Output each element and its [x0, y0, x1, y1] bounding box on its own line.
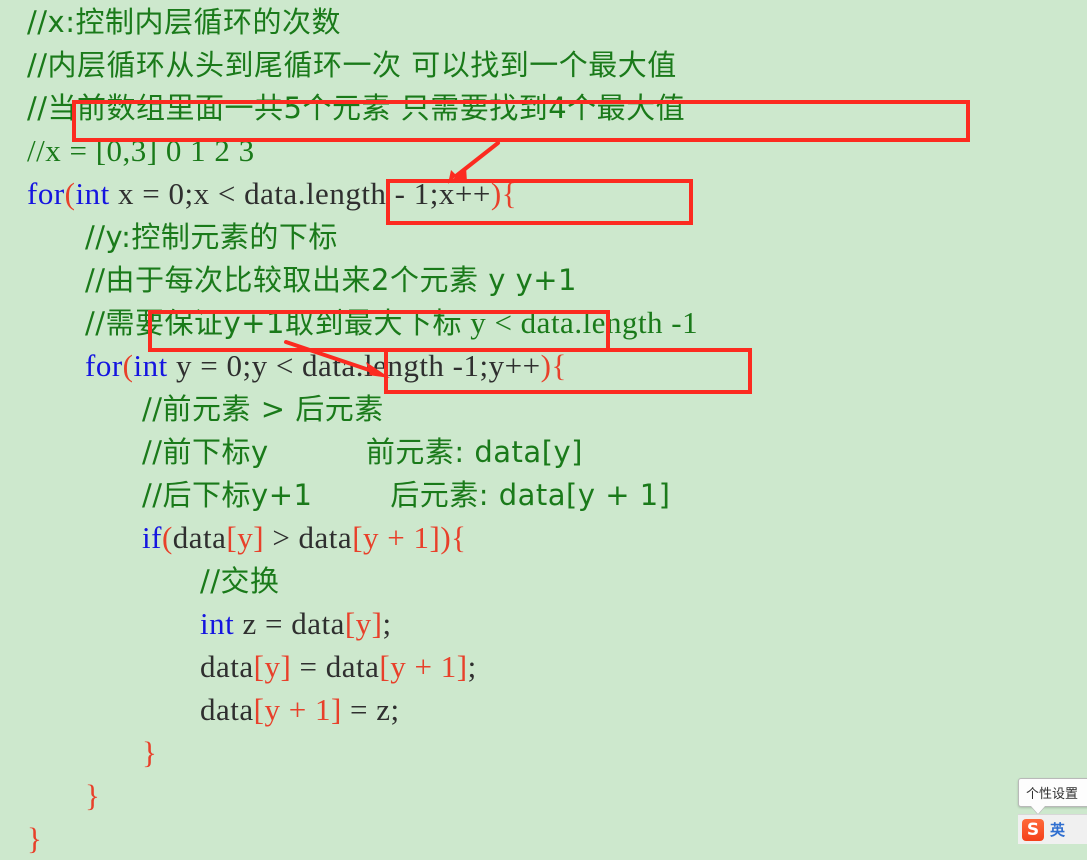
code-line-5-outer-for: for(int x = 0;x < data.length - 1;x++){ [0, 172, 1087, 215]
code-editor-content[interactable]: //x:控制内层循环的次数 //内层循环从头到尾循环一次 可以找到一个最大值 /… [0, 0, 1087, 860]
comment-text: //前下标y 前元素: data[y] [142, 435, 583, 469]
keyword-int: int [75, 176, 110, 211]
code-line-14: //交换 [0, 559, 1087, 602]
code-line-12: //后下标y+1 后元素: data[y + 1] [0, 473, 1087, 516]
array-name: data [200, 692, 254, 727]
code-line-4: //x = [0,3] 0 1 2 3 [0, 129, 1087, 172]
code-line-18: } [0, 731, 1087, 774]
array-index: [y + 1] [379, 649, 468, 684]
keyword-int: int [133, 348, 168, 383]
tooltip-tail-icon [1031, 806, 1045, 814]
paren-close: ) [540, 348, 552, 383]
keyword-for: for [85, 348, 123, 383]
code-line-19: } [0, 774, 1087, 817]
keyword-int: int [200, 606, 235, 641]
paren-open: ( [64, 176, 76, 211]
brace-open: { [501, 176, 518, 211]
array-index: [y + 1] [253, 692, 342, 727]
loop-init: x = 0;x < [109, 176, 245, 211]
comment-text: //交换 [200, 564, 280, 598]
comment-text: //内层循环从头到尾循环一次 可以找到一个最大值 [27, 48, 677, 82]
code-line-3: //当前数组里面一共5个元素 只需要找到4个最大值 [0, 86, 1087, 129]
comment-text: //当前数组里面一共5个元素 只需要找到4个最大值 [27, 91, 686, 125]
assignment: = data [291, 649, 380, 684]
code-line-1: //x:控制内层循环的次数 [0, 0, 1087, 43]
loop-increment: ;x++ [429, 176, 491, 211]
comment-text: //前元素 > 后元素 [142, 392, 384, 426]
paren-close: ) [440, 520, 452, 555]
code-line-9-inner-for: for(int y = 0;y < data.length -1;y++){ [0, 344, 1087, 387]
assignment: z = data [234, 606, 345, 641]
array-index: [y] [253, 649, 292, 684]
screen: //x:控制内层循环的次数 //内层循环从头到尾循环一次 可以找到一个最大值 /… [0, 0, 1087, 856]
statement-end: ; [467, 649, 477, 684]
code-line-8: //需要保证y+1取到最大下标 y < data.length -1 [0, 301, 1087, 344]
code-line-17: data[y + 1] = z; [0, 688, 1087, 731]
code-line-6: //y:控制元素的下标 [0, 215, 1087, 258]
ime-tooltip-label: 个性设置 [1026, 787, 1079, 802]
code-line-20: } [0, 817, 1087, 860]
sogou-ime-widget[interactable]: 个性设置 S 英 [1018, 778, 1087, 844]
loop-init: y = 0; [167, 348, 252, 383]
paren-close: ) [490, 176, 502, 211]
array-name: data [172, 520, 227, 555]
comment-text-boxed: //需要保证y+1取到最大下标 [85, 306, 462, 340]
array-name: data [200, 649, 254, 684]
brace-open: { [451, 520, 467, 555]
brace-open: { [551, 348, 567, 383]
comment-text: //y:控制元素的下标 [85, 220, 338, 254]
code-line-7: //由于每次比较取出来2个元素 y y+1 [0, 258, 1087, 301]
code-line-15: int z = data[y]; [0, 602, 1087, 645]
brace-close: } [85, 778, 101, 813]
comparison-operator: > [264, 520, 299, 555]
sogou-logo-icon[interactable]: S [1022, 818, 1044, 841]
keyword-if: if [142, 520, 162, 555]
ime-mode-label[interactable]: 英 [1050, 819, 1065, 840]
code-line-11: //前下标y 前元素: data[y] [0, 430, 1087, 473]
ime-toolbar[interactable]: S 英 [1018, 814, 1087, 844]
array-name: data [298, 520, 353, 555]
code-line-13-if: if(data[y] > data[y + 1]){ [0, 516, 1087, 559]
paren-open: ( [122, 348, 134, 383]
ime-tooltip: 个性设置 [1018, 778, 1087, 814]
comment-text: //由于每次比较取出来2个元素 y y+1 [85, 263, 578, 297]
comment-text-rest: y < data.length -1 [461, 305, 699, 340]
comment-text: //后下标y+1 后元素: data[y + 1] [142, 478, 671, 512]
loop-increment: ;y++ [479, 348, 541, 383]
comment-text: //x = [0,3] 0 1 2 3 [27, 133, 255, 168]
outer-loop-condition: data.length - 1 [244, 176, 430, 211]
statement-end: ; [382, 606, 392, 641]
code-line-16: data[y] = data[y + 1]; [0, 645, 1087, 688]
paren-open: ( [161, 520, 173, 555]
array-index: [y] [344, 606, 383, 641]
inner-loop-condition: y < data.length -1 [251, 348, 480, 383]
code-line-10: //前元素 > 后元素 [0, 387, 1087, 430]
array-index: [y] [226, 520, 265, 555]
code-line-2: //内层循环从头到尾循环一次 可以找到一个最大值 [0, 43, 1087, 86]
assignment: = z; [341, 692, 400, 727]
comment-text: //x:控制内层循环的次数 [27, 5, 341, 39]
keyword-for: for [27, 176, 65, 211]
brace-close: } [27, 821, 43, 856]
brace-close: } [142, 735, 158, 770]
array-index: [y + 1] [352, 520, 441, 555]
